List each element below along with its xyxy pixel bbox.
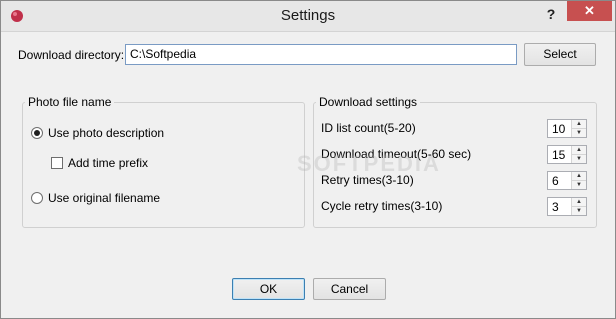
download-directory-input[interactable]: C:\Softpedia	[125, 44, 517, 65]
close-button[interactable]: ✕	[567, 1, 612, 21]
photo-file-name-legend: Photo file name	[25, 95, 115, 109]
spin-down-icon[interactable]: ▼	[572, 207, 586, 215]
add-time-prefix-label[interactable]: Add time prefix	[68, 156, 148, 170]
spin-arrows: ▲ ▼	[571, 120, 586, 137]
add-time-prefix-checkbox[interactable]	[51, 157, 63, 169]
spin-arrows: ▲ ▼	[571, 146, 586, 163]
select-button[interactable]: Select	[524, 43, 596, 66]
close-icon: ✕	[584, 3, 595, 18]
spin-up-icon[interactable]: ▲	[572, 146, 586, 155]
retry-times-value: 6	[552, 174, 559, 188]
spin-arrows: ▲ ▼	[571, 198, 586, 215]
spin-up-icon[interactable]: ▲	[572, 172, 586, 181]
spin-down-icon[interactable]: ▼	[572, 129, 586, 137]
id-list-count-spinbox[interactable]: 10 ▲ ▼	[547, 119, 587, 138]
id-list-count-label: ID list count(5-20)	[321, 121, 416, 135]
cancel-button[interactable]: Cancel	[313, 278, 386, 300]
spin-up-icon[interactable]: ▲	[572, 120, 586, 129]
download-settings-legend: Download settings	[316, 95, 421, 109]
cycle-retry-times-value: 3	[552, 200, 559, 214]
spin-down-icon[interactable]: ▼	[572, 181, 586, 189]
ok-button[interactable]: OK	[232, 278, 305, 300]
photo-file-name-group	[22, 102, 305, 228]
spin-down-icon[interactable]: ▼	[572, 155, 586, 163]
id-list-count-value: 10	[552, 122, 566, 136]
download-directory-label: Download directory:	[18, 48, 125, 62]
use-photo-description-radio[interactable]	[31, 127, 43, 139]
use-photo-description-label[interactable]: Use photo description	[48, 126, 164, 140]
download-timeout-spinbox[interactable]: 15 ▲ ▼	[547, 145, 587, 164]
title-bar[interactable]: Settings ? ✕	[1, 1, 615, 32]
window-title: Settings	[280, 7, 336, 24]
use-original-filename-label[interactable]: Use original filename	[48, 191, 160, 205]
help-button[interactable]: ?	[541, 3, 561, 25]
use-original-filename-radio[interactable]	[31, 192, 43, 204]
settings-dialog: Settings ? ✕ Download directory: C:\Soft…	[0, 0, 616, 319]
cycle-retry-times-spinbox[interactable]: 3 ▲ ▼	[547, 197, 587, 216]
download-timeout-value: 15	[552, 148, 566, 162]
spin-up-icon[interactable]: ▲	[572, 198, 586, 207]
retry-times-spinbox[interactable]: 6 ▲ ▼	[547, 171, 587, 190]
watermark: SOFTPEDIA	[297, 151, 441, 176]
spin-arrows: ▲ ▼	[571, 172, 586, 189]
cycle-retry-times-label: Cycle retry times(3-10)	[321, 199, 443, 213]
